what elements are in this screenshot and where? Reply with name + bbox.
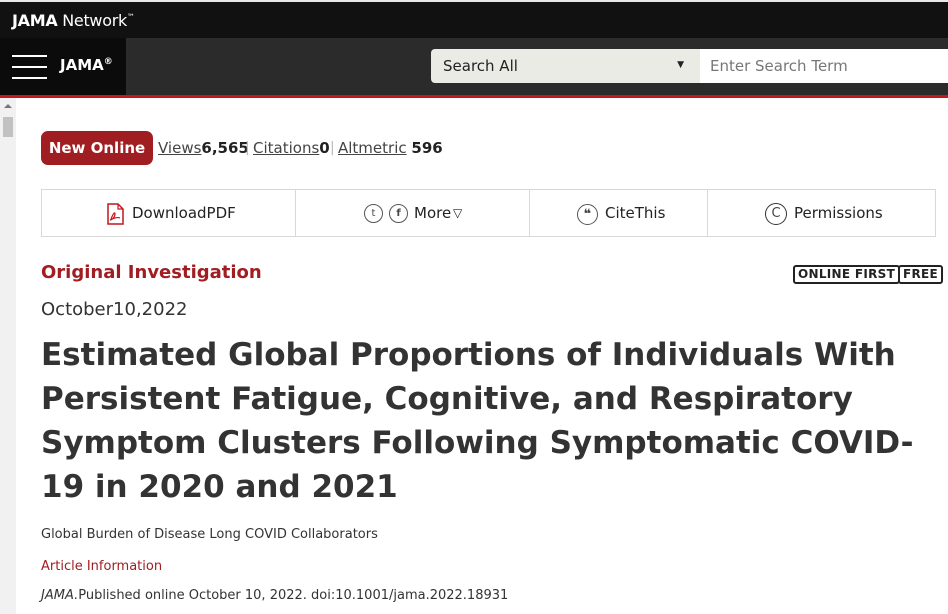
citations-label: Citations [253, 139, 320, 157]
brand-name: JAMA [60, 56, 104, 74]
online-first-badge: ONLINE FIRST [793, 265, 901, 284]
search-scope-select[interactable]: Search All ▼ [431, 49, 700, 83]
nav-accent-line [0, 95, 948, 98]
scroll-thumb[interactable] [3, 117, 13, 137]
download-pdf-label: DownloadPDF [132, 204, 236, 222]
network-top-bar: JAMA Network™ [0, 0, 948, 38]
search-scope-label: Search All [443, 57, 518, 75]
citations-metric[interactable]: Citations0 [253, 139, 330, 157]
caret-down-icon: ▼ [677, 60, 684, 70]
cite-this-button[interactable]: ❝ CiteThis [530, 190, 708, 236]
free-badge: FREE [898, 265, 944, 284]
jama-network-logo[interactable]: JAMA Network™ [12, 11, 135, 30]
facebook-icon[interactable]: f [389, 204, 408, 223]
search-input[interactable] [700, 49, 948, 83]
permissions-button[interactable]: C Permissions [708, 190, 936, 236]
citations-value: 0 [319, 139, 330, 157]
quote-icon: ❝ [577, 204, 598, 225]
menu-block: JAMA® [0, 38, 126, 95]
page-scrollbar[interactable] [0, 98, 16, 614]
article-type[interactable]: Original Investigation [41, 262, 262, 283]
citation-details: Published online October 10, 2022. doi:1… [78, 588, 509, 603]
altmetric-label: Altmetric [338, 139, 407, 157]
network-logo-rest: Network [57, 11, 127, 30]
views-value: 6,565 [201, 139, 249, 157]
article-toolbar: DownloadPDF t f More ▽ ❝ CiteThis C Perm… [41, 189, 936, 237]
new-online-badge[interactable]: New Online [41, 131, 153, 165]
download-pdf-button[interactable]: DownloadPDF [42, 190, 296, 236]
copyright-icon: C [765, 203, 787, 225]
share-more-button[interactable]: t f More ▽ [296, 190, 530, 236]
article-authors[interactable]: Global Burden of Disease Long COVID Coll… [41, 527, 378, 542]
views-metric[interactable]: Views6,565 [158, 139, 249, 157]
journal-nav-bar: JAMA® Search All ▼ [0, 38, 948, 95]
scroll-up-arrow-icon[interactable] [4, 104, 12, 108]
article-citation: JAMA.Published online October 10, 2022. … [41, 588, 508, 603]
more-label: More [414, 204, 452, 222]
twitter-icon[interactable]: t [364, 204, 383, 223]
metric-separator: | [245, 140, 250, 156]
publication-date: October10,2022 [41, 299, 188, 320]
chevron-down-icon: ▽ [453, 206, 463, 220]
trademark-mark: ™ [126, 12, 135, 22]
pdf-icon [107, 203, 124, 225]
journal-name: JAMA. [41, 588, 79, 603]
altmetric-value: 596 [411, 139, 443, 157]
metric-separator: | [330, 140, 335, 156]
article-title: Estimated Global Proportions of Individu… [41, 337, 914, 505]
hamburger-menu-icon[interactable] [12, 55, 47, 79]
network-logo-bold: JAMA [12, 11, 58, 30]
article-information-link[interactable]: Article Information [41, 559, 162, 574]
permissions-label: Permissions [794, 204, 883, 222]
cite-this-label: CiteThis [605, 204, 666, 222]
views-label: Views [158, 139, 202, 157]
journal-brand[interactable]: JAMA® [60, 56, 113, 74]
registered-mark: ® [103, 57, 113, 67]
altmetric-metric[interactable]: Altmetric 596 [338, 139, 443, 157]
